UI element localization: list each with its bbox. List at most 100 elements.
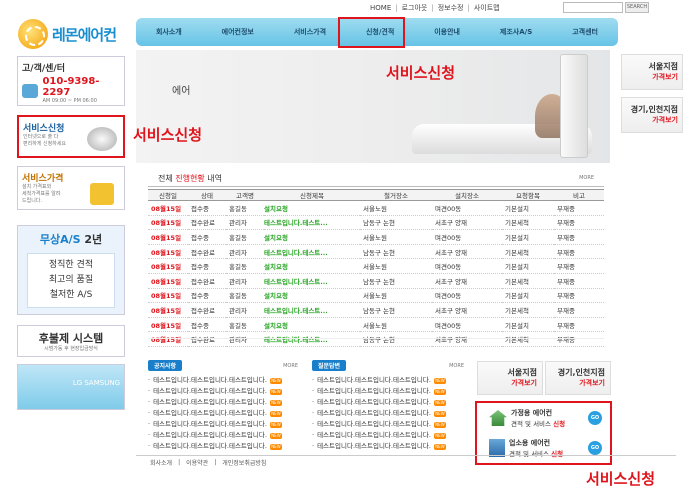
gyeonggi-branch-banner[interactable]: 경기,인천지점 가격보기: [621, 97, 683, 133]
list-item-text: 테스트입니다.테스트입니다.테스트입니다.: [153, 409, 267, 417]
biz-go-button[interactable]: GO: [588, 441, 602, 455]
row-title[interactable]: 테스트입니다.테스트...: [264, 244, 360, 260]
status-heading-bar: 전체 진행현황 내역 MORE: [148, 167, 604, 187]
postpay-title: 후불제 시스템: [38, 332, 104, 345]
new-badge: NEW: [269, 388, 282, 395]
col-state: 상태: [188, 189, 226, 201]
nav-item-maker-as[interactable]: 제조사A/S: [494, 25, 538, 39]
table-row[interactable]: 08월15일 접수완료 관리자 테스트입니다.테스트... 남동구 논현 서초구 양재 기본…: [148, 244, 604, 260]
list-item[interactable]: · 테스트입니다.테스트입니다.테스트입니다. NEW: [148, 375, 298, 386]
row-customer: 관리자: [226, 244, 264, 260]
hero-logo-text: 에어: [172, 86, 191, 97]
list-item[interactable]: · 테스트입니다.테스트입니다.테스트입니다. NEW: [312, 386, 464, 397]
list-item[interactable]: · 테스트입니다.테스트입니다.테스트입니다. NEW: [312, 430, 464, 441]
row-title[interactable]: 테스트입니다.테스트...: [264, 302, 360, 318]
row-note: 부재중: [554, 273, 604, 289]
home-go-button[interactable]: GO: [588, 411, 602, 425]
row-title[interactable]: 테스트입니다.테스트...: [264, 273, 360, 289]
nav-item-company[interactable]: 회사소개: [150, 25, 188, 39]
nav-apply-highlight: [338, 17, 405, 48]
list-item[interactable]: · 테스트입니다.테스트입니다.테스트입니다. NEW: [148, 441, 298, 452]
bullet-icon: ·: [148, 431, 151, 439]
postpay-desc: 시범가동 후 현장입금방식: [44, 346, 98, 352]
bullet-icon: ·: [312, 442, 315, 450]
search-input[interactable]: [563, 2, 623, 13]
list-item[interactable]: · 테스트입니다.테스트입니다.테스트입니다. NEW: [148, 419, 298, 430]
new-badge: NEW: [269, 443, 282, 450]
nav-item-guide[interactable]: 이용안내: [428, 25, 466, 39]
cs-phone: 010-9398-2297: [42, 76, 100, 98]
nav-item-support[interactable]: 고객센터: [566, 25, 604, 39]
site-logo[interactable]: 레몬에어컨: [18, 16, 128, 52]
list-item[interactable]: · 테스트입니다.테스트입니다.테스트입니다. NEW: [312, 419, 464, 430]
lg-samsung-banner[interactable]: LG SAMSUNG: [17, 364, 125, 410]
row-request: 기본세척: [502, 273, 554, 289]
customer-center-box: 고/객/센/터 010-9398-2297 AM 09:00 ~ PM 06:0…: [17, 56, 125, 106]
row-install-place: 서초구 양재: [432, 215, 502, 231]
nav-item-service-price[interactable]: 서비스가격: [288, 25, 332, 39]
row-title[interactable]: 설치요청: [264, 200, 360, 216]
profile-link[interactable]: 정보수정: [438, 3, 464, 13]
service-price-box[interactable]: 서비스가격 설치 가격표와 세척가격표를 알려 드립니다.: [17, 166, 125, 210]
footer-privacy-link[interactable]: 개인정보취급방침: [222, 458, 266, 467]
service-apply-box[interactable]: 서비스신청 인터넷으로 출 다 편리하게 신청하세요: [17, 115, 125, 158]
qna-more-link[interactable]: MORE: [449, 363, 464, 369]
row-date: 08월15일: [148, 258, 188, 274]
row-request: 기본세척: [502, 215, 554, 231]
row-remove-place: 서울노원: [360, 317, 432, 333]
row-date: 08월15일: [148, 200, 188, 216]
sitemap-link[interactable]: 사이트맵: [474, 3, 500, 13]
table-row[interactable]: 08월15일 접수완료 관리자 테스트입니다.테스트... 남동구 논현 서초구 양재 기본…: [148, 302, 604, 318]
row-state: 접수중: [188, 288, 226, 304]
list-item[interactable]: · 테스트입니다.테스트입니다.테스트입니다. NEW: [148, 397, 298, 408]
list-item[interactable]: · 테스트입니다.테스트입니다.테스트입니다. NEW: [148, 430, 298, 441]
row-install-place: 며견00동: [432, 229, 502, 245]
list-item[interactable]: · 테스트입니다.테스트입니다.테스트입니다. NEW: [148, 408, 298, 419]
list-item[interactable]: · 테스트입니다.테스트입니다.테스트입니다. NEW: [148, 386, 298, 397]
row-install-place: 며견00동: [432, 258, 502, 274]
seoul-branch-banner[interactable]: 서울지점 가격보기: [621, 54, 683, 90]
row-title[interactable]: 테스트입니다.테스트...: [264, 215, 360, 231]
table-row[interactable]: 08월15일 접수완료 관리자 테스트입니다.테스트... 남동구 논현 서초구 양재 기본…: [148, 273, 604, 289]
new-badge: NEW: [269, 421, 282, 428]
row-title[interactable]: 설치요청: [264, 288, 360, 304]
calculator-icon: [90, 183, 114, 205]
row-state: 접수완료: [188, 244, 226, 260]
table-row[interactable]: 08월15일 접수중 홍길동 설치요청 서울노원 며견00동 기본설치 부재중: [148, 288, 604, 304]
row-title[interactable]: 설치요청: [264, 229, 360, 245]
logout-link[interactable]: 로그아웃: [402, 3, 428, 13]
list-item[interactable]: · 테스트입니다.테스트입니다.테스트입니다. NEW: [312, 375, 464, 386]
row-title[interactable]: 설치요청: [264, 258, 360, 274]
table-row[interactable]: 08월15일 접수중 홍길동 설치요청 서울노원 며견00동 기본설치 부재중: [148, 200, 604, 216]
row-state: 접수완료: [188, 273, 226, 289]
table-row[interactable]: 08월15일 접수중 홍길동 설치요청 서울노원 며견00동 기본설치 부재중: [148, 317, 604, 333]
footer-company-link[interactable]: 회사소개: [150, 458, 172, 467]
list-item[interactable]: · 테스트입니다.테스트입니다.테스트입니다. NEW: [312, 408, 464, 419]
row-date: 08월15일: [148, 273, 188, 289]
lg-samsung-text: LG SAMSUNG: [72, 379, 120, 387]
nav-item-aircon-info[interactable]: 에어컨정보: [216, 25, 260, 39]
row-request: 기본설치: [502, 258, 554, 274]
row-install-place: 며견00동: [432, 317, 502, 333]
list-item-text: 테스트입니다.테스트입니다.테스트입니다.: [153, 431, 267, 439]
table-row[interactable]: 08월15일 접수완료 관리자 테스트입니다.테스트... 남동구 논현 서초구 양재 기본…: [148, 215, 604, 231]
list-item[interactable]: · 테스트입니다.테스트입니다.테스트입니다. NEW: [312, 441, 464, 452]
table-row[interactable]: 08월15일 접수중 홍길동 설치요청 서울노원 며견00동 기본설치 부재중: [148, 258, 604, 274]
list-item-text: 테스트입니다.테스트입니다.테스트입니다.: [153, 387, 267, 395]
search-button[interactable]: SEARCH: [625, 2, 649, 13]
home-aircon-apply[interactable]: 가정용 에어컨 견적 및 서비스 신청 GO: [477, 403, 610, 433]
footer-terms-link[interactable]: 이용약관: [186, 458, 208, 467]
status-more-link[interactable]: MORE: [579, 175, 594, 181]
home-link[interactable]: HOME: [370, 4, 391, 12]
notice-board: 공지사항 MORE · 테스트입니다.테스트입니다.테스트입니다. NEW · 테스트입…: [148, 360, 298, 452]
mouse-icon: [87, 127, 117, 151]
table-row[interactable]: 08월15일 접수중 홍길동 설치요청 서울노원 며견00동 기본설치 부재중: [148, 229, 604, 245]
status-table-wrap: 신청일 상태 고객명 신청제목 철거장소 설치장소 요청항목 비고 08월15일…: [148, 189, 604, 347]
bottom-gyeonggi-banner[interactable]: 경기,인천지점 가격보기: [545, 361, 611, 395]
notice-more-link[interactable]: MORE: [283, 363, 298, 369]
row-note: 부재중: [554, 258, 604, 274]
row-title[interactable]: 설치요청: [264, 317, 360, 333]
row-remove-place: 서울노원: [360, 229, 432, 245]
bottom-seoul-banner[interactable]: 서울지점 가격보기: [477, 361, 543, 395]
list-item[interactable]: · 테스트입니다.테스트입니다.테스트입니다. NEW: [312, 397, 464, 408]
